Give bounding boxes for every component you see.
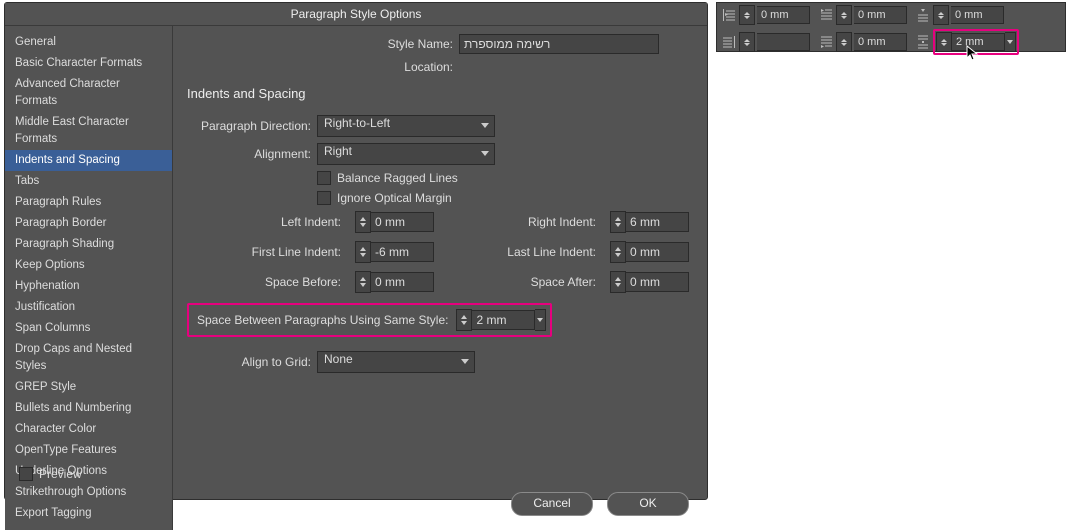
last-line-indent-icon <box>818 34 834 50</box>
last-line-indent-input[interactable] <box>626 242 689 262</box>
stepper-icon <box>355 271 371 293</box>
stepper-icon[interactable] <box>936 32 952 52</box>
align-to-grid-select[interactable]: None <box>317 351 475 373</box>
right-indent-input[interactable] <box>626 212 689 232</box>
space-after-stepper[interactable] <box>610 271 689 293</box>
alignment-select[interactable]: Right <box>317 143 495 165</box>
align-to-grid-label: Align to Grid: <box>187 355 317 369</box>
panel-space-between-highlight <box>933 29 1019 55</box>
stepper-icon <box>355 211 371 233</box>
dropdown-icon[interactable] <box>535 309 546 331</box>
first-line-indent-icon <box>818 7 834 23</box>
dialog-title: Paragraph Style Options <box>5 3 707 26</box>
panel-first-line-input[interactable] <box>854 6 907 24</box>
right-indent-stepper[interactable] <box>610 211 689 233</box>
sidebar-item-character-color[interactable]: Character Color <box>5 419 172 440</box>
checkbox-icon <box>317 171 331 185</box>
sidebar-item-tabs[interactable]: Tabs <box>5 171 172 192</box>
stepper-icon <box>610 271 626 293</box>
right-indent-label: Right Indent: <box>442 215 602 229</box>
space-before-input[interactable] <box>371 272 434 292</box>
ok-button[interactable]: OK <box>607 492 689 516</box>
sidebar-item-paragraph-shading[interactable]: Paragraph Shading <box>5 234 172 255</box>
space-before-label: Space Before: <box>187 275 347 289</box>
sidebar-item-paragraph-border[interactable]: Paragraph Border <box>5 213 172 234</box>
space-before-stepper[interactable] <box>355 271 434 293</box>
sidebar-item-middle-east[interactable]: Middle East Character Formats <box>5 112 172 150</box>
left-indent-input[interactable] <box>371 212 434 232</box>
stepper-icon[interactable] <box>739 5 755 25</box>
right-indent-icon <box>721 34 737 50</box>
left-indent-stepper[interactable] <box>355 211 434 233</box>
stepper-icon <box>610 241 626 263</box>
style-name-input[interactable] <box>459 34 659 54</box>
location-label: Location: <box>187 60 459 74</box>
sidebar-item-drop-caps[interactable]: Drop Caps and Nested Styles <box>5 339 172 377</box>
checkbox-icon <box>317 191 331 205</box>
sidebar-item-export-tagging[interactable]: Export Tagging <box>5 503 172 524</box>
first-line-indent-input[interactable] <box>371 242 434 262</box>
sidebar-item-bullets-numbering[interactable]: Bullets and Numbering <box>5 398 172 419</box>
ignore-optical-label: Ignore Optical Margin <box>337 191 452 205</box>
last-line-indent-label: Last Line Indent: <box>442 245 602 259</box>
preview-checkbox[interactable]: Preview <box>19 467 82 481</box>
space-between-highlight: Space Between Paragraphs Using Same Styl… <box>187 303 552 337</box>
preview-label: Preview <box>39 467 82 481</box>
stepper-icon <box>610 211 626 233</box>
section-heading: Indents and Spacing <box>187 86 689 101</box>
space-after-input[interactable] <box>626 272 689 292</box>
panel-right-indent-input[interactable] <box>757 33 810 51</box>
ignore-optical-checkbox[interactable]: Ignore Optical Margin <box>317 191 452 205</box>
balance-ragged-label: Balance Ragged Lines <box>337 171 458 185</box>
stepper-icon[interactable] <box>836 32 852 52</box>
sidebar-item-strikethrough[interactable]: Strikethrough Options <box>5 482 172 503</box>
first-line-indent-label: First Line Indent: <box>187 245 347 259</box>
space-before-icon <box>915 7 931 23</box>
last-line-indent-stepper[interactable] <box>610 241 689 263</box>
checkbox-icon <box>19 467 33 481</box>
space-between-input[interactable] <box>472 310 535 330</box>
main-panel: Style Name: Location: Indents and Spacin… <box>173 26 707 530</box>
alignment-label: Alignment: <box>187 147 317 161</box>
paragraph-direction-label: Paragraph Direction: <box>187 119 317 133</box>
balance-ragged-checkbox[interactable]: Balance Ragged Lines <box>317 171 458 185</box>
space-after-label: Space After: <box>442 275 602 289</box>
stepper-icon <box>355 241 371 263</box>
sidebar-item-indents-spacing[interactable]: Indents and Spacing <box>5 150 172 171</box>
sidebar-item-hyphenation[interactable]: Hyphenation <box>5 276 172 297</box>
space-between-stepper[interactable] <box>456 309 546 331</box>
stepper-icon[interactable] <box>836 5 852 25</box>
sidebar-item-opentype[interactable]: OpenType Features <box>5 440 172 461</box>
sidebar-item-keep-options[interactable]: Keep Options <box>5 255 172 276</box>
left-indent-icon <box>721 7 737 23</box>
panel-left-indent-input[interactable] <box>757 6 810 24</box>
first-line-indent-stepper[interactable] <box>355 241 434 263</box>
category-sidebar: General Basic Character Formats Advanced… <box>5 26 173 530</box>
space-between-label: Space Between Paragraphs Using Same Styl… <box>193 313 448 327</box>
sidebar-item-span-columns[interactable]: Span Columns <box>5 318 172 339</box>
sidebar-item-justification[interactable]: Justification <box>5 297 172 318</box>
panel-last-line-input[interactable] <box>854 33 907 51</box>
stepper-icon[interactable] <box>933 5 949 25</box>
sidebar-item-advanced-character[interactable]: Advanced Character Formats <box>5 74 172 112</box>
stepper-icon[interactable] <box>739 32 755 52</box>
sidebar-item-grep-style[interactable]: GREP Style <box>5 377 172 398</box>
control-panel <box>716 2 1066 52</box>
sidebar-item-paragraph-rules[interactable]: Paragraph Rules <box>5 192 172 213</box>
space-between-icon <box>915 34 931 50</box>
panel-space-before-input[interactable] <box>951 6 1004 24</box>
dropdown-icon[interactable] <box>1005 32 1016 52</box>
style-name-label: Style Name: <box>187 37 459 51</box>
sidebar-item-general[interactable]: General <box>5 32 172 53</box>
cancel-button[interactable]: Cancel <box>511 492 593 516</box>
stepper-icon <box>456 309 472 331</box>
left-indent-label: Left Indent: <box>187 215 347 229</box>
panel-space-between-input[interactable] <box>952 33 1005 51</box>
paragraph-direction-select[interactable]: Right-to-Left <box>317 115 495 137</box>
paragraph-style-options-dialog: Paragraph Style Options General Basic Ch… <box>4 2 708 500</box>
sidebar-item-basic-character[interactable]: Basic Character Formats <box>5 53 172 74</box>
